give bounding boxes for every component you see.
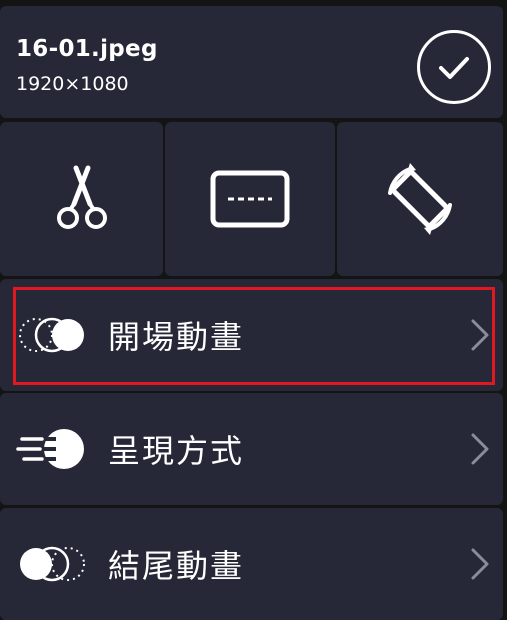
subtitle-box-icon <box>210 170 290 228</box>
chevron-right-icon <box>471 319 489 351</box>
file-resolution: 1920×1080 <box>16 73 129 95</box>
menu-item-label: 結尾動畫 <box>108 547 245 585</box>
menu-item-display-mode[interactable]: 呈現方式 <box>0 393 503 505</box>
motion-ball-icon <box>16 429 84 469</box>
rotate-icon <box>388 163 452 235</box>
edit-panel: 16-01.jpeg 1920×1080 開場動畫 呈現方式 結尾動畫 <box>0 0 507 620</box>
menu-item-outro-animation[interactable]: 結尾動畫 <box>0 508 503 620</box>
fade-out-icon <box>20 546 85 582</box>
menu-item-intro-animation[interactable]: 開場動畫 <box>0 279 503 391</box>
check-icon <box>439 57 469 79</box>
trim-button[interactable] <box>0 122 163 276</box>
scissors-icon <box>56 165 107 229</box>
rotate-button[interactable] <box>337 122 503 276</box>
menu-item-label: 呈現方式 <box>108 432 245 470</box>
chevron-right-icon <box>471 433 489 465</box>
chevron-right-icon <box>471 548 489 580</box>
subtitle-button[interactable] <box>165 122 335 276</box>
file-name: 16-01.jpeg <box>16 36 158 62</box>
fade-in-icon <box>19 317 84 353</box>
file-info-header: 16-01.jpeg 1920×1080 <box>0 6 503 118</box>
confirm-button[interactable] <box>417 30 491 104</box>
menu-item-label: 開場動畫 <box>108 318 245 356</box>
